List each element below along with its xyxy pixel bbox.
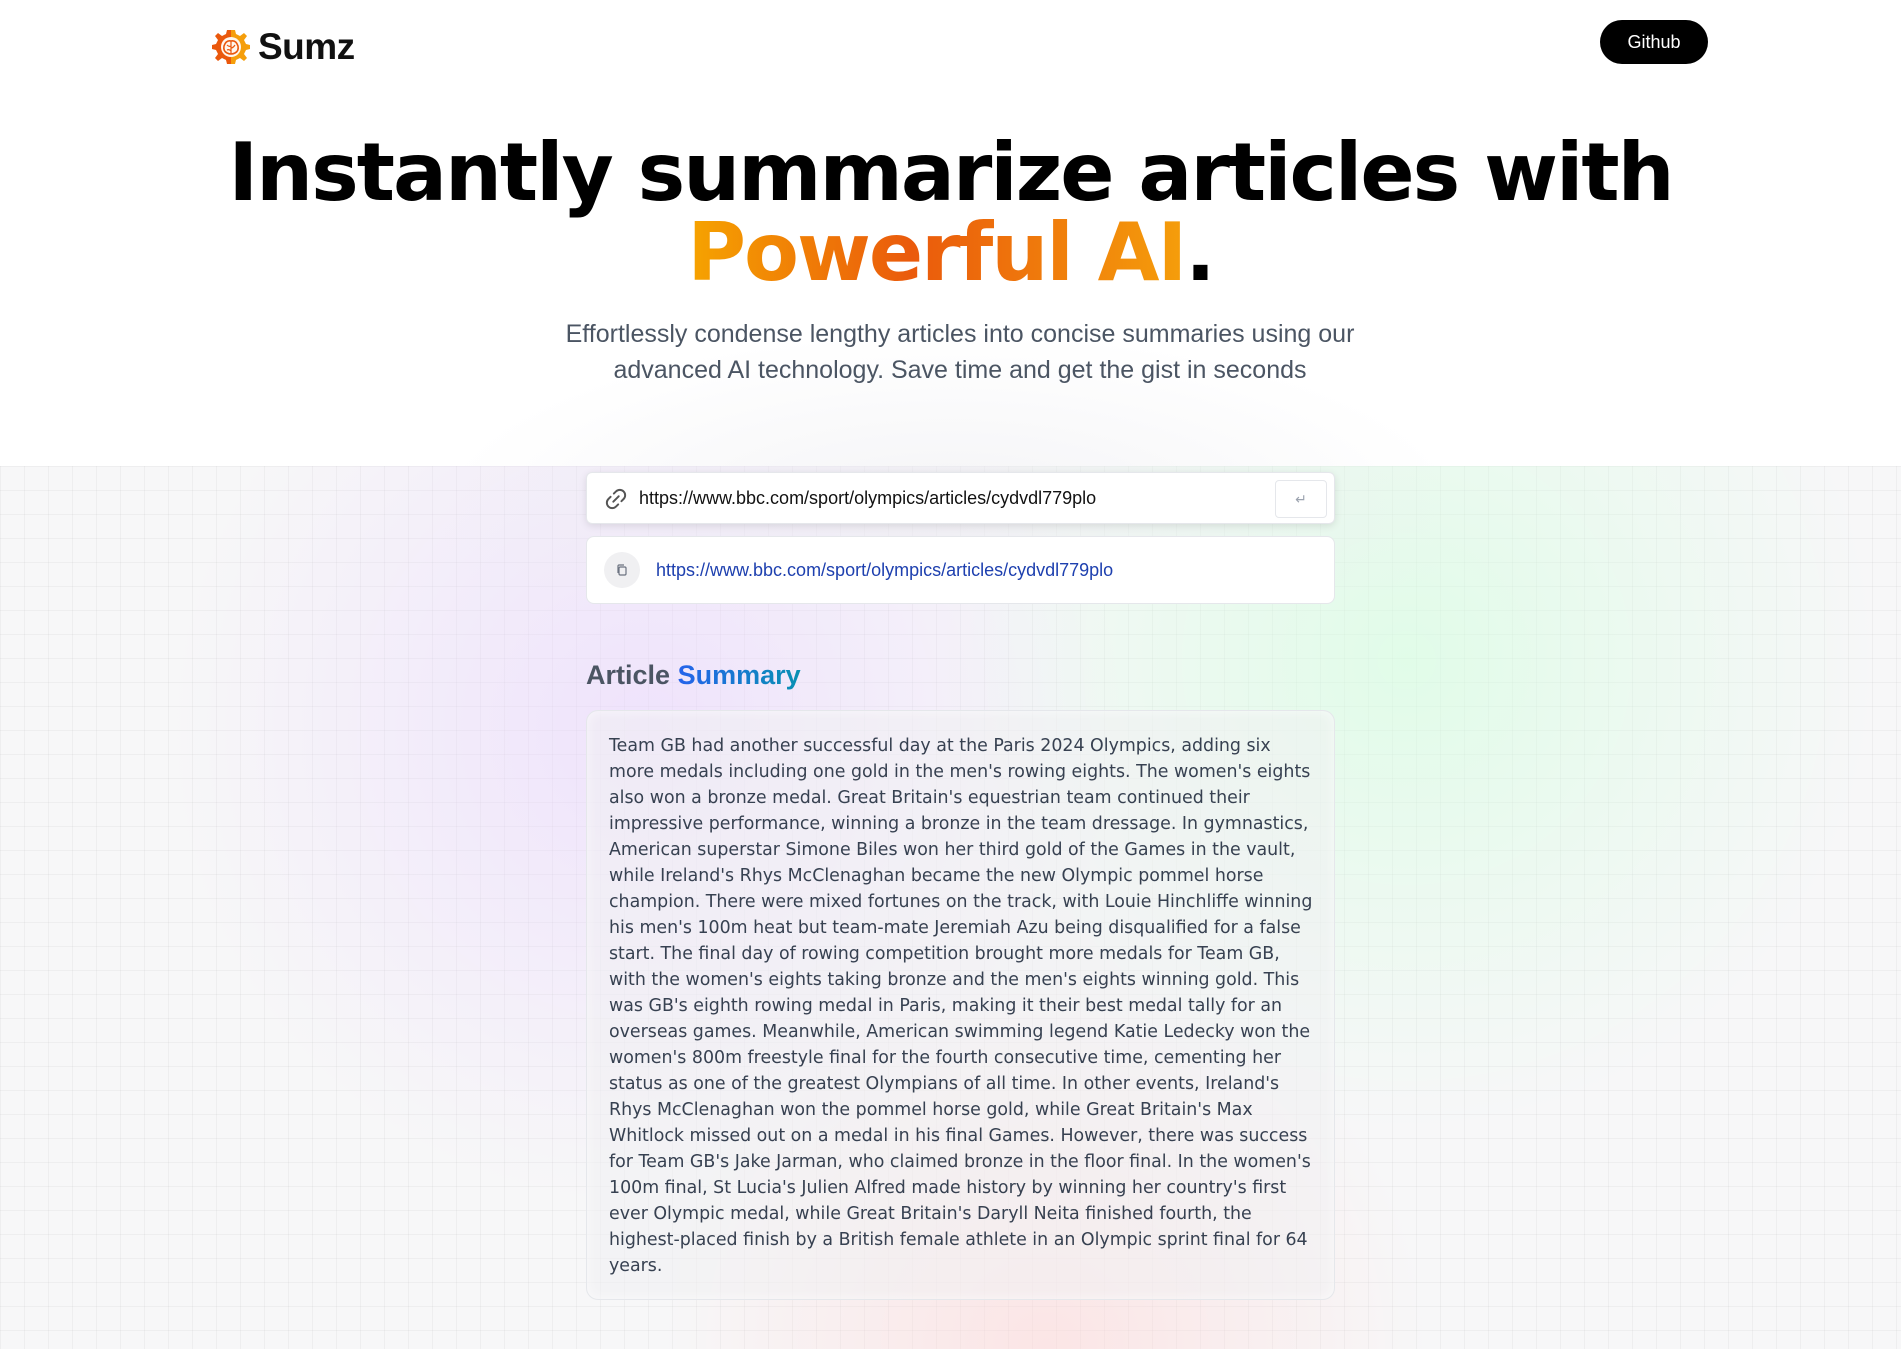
summary-heading: Article Summary — [586, 660, 801, 691]
hero-title-line2: Powerful AI. — [0, 213, 1901, 293]
top-nav: Sumz Github — [210, 20, 1708, 84]
copy-button[interactable] — [604, 552, 640, 588]
url-form: ↵ — [586, 472, 1335, 524]
summary-heading-prefix: Article — [586, 660, 671, 690]
logo-text: Sumz — [258, 26, 355, 67]
summary-text: Team GB had another successful day at th… — [609, 736, 1313, 1276]
link-icon — [605, 488, 627, 510]
url-input[interactable] — [639, 481, 1249, 515]
hero-title-accent: Powerful AI — [687, 206, 1187, 299]
logo[interactable]: Sumz — [210, 26, 355, 68]
brain-gear-logo-icon — [212, 30, 250, 64]
hero-title-period: . — [1185, 206, 1215, 299]
enter-icon: ↵ — [1295, 490, 1307, 507]
summary-box: Team GB had another successful day at th… — [586, 710, 1335, 1300]
history-url: https://www.bbc.com/sport/olympics/artic… — [656, 559, 1114, 580]
github-button[interactable]: Github — [1600, 20, 1708, 64]
submit-button[interactable]: ↵ — [1275, 480, 1327, 518]
copy-icon — [617, 564, 627, 576]
hero-title: Instantly summarize articles with Powerf… — [0, 133, 1901, 293]
hero-subtitle: Effortlessly condense lengthy articles i… — [565, 320, 1355, 384]
summary-heading-accent: Summary — [677, 660, 801, 690]
history-item[interactable]: https://www.bbc.com/sport/olympics/artic… — [586, 536, 1335, 604]
